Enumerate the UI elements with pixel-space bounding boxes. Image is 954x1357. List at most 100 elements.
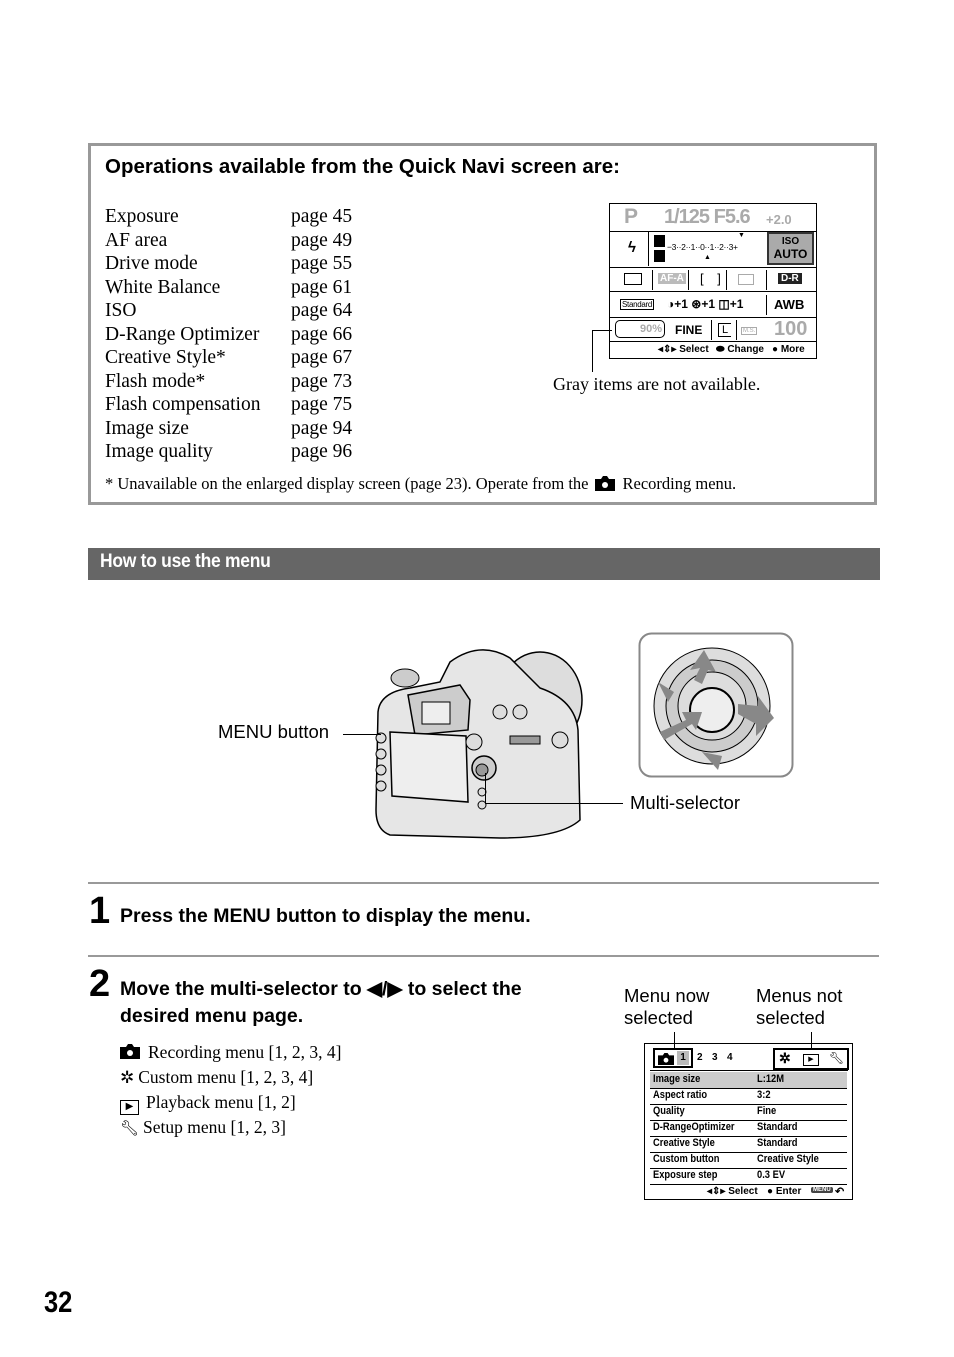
- tab-page-2[interactable]: 2: [697, 1052, 703, 1063]
- menus-not-selected-label: Menus not selected: [756, 985, 842, 1029]
- wrench-icon: 🔧︎: [120, 1121, 140, 1137]
- step-text-line: Move the multi-selector to ◀/▶ to select…: [120, 978, 522, 1000]
- menu-now-selected-label: Menu now selected: [624, 985, 709, 1029]
- operation-page: page 45: [291, 206, 353, 227]
- playback-icon[interactable]: ▶: [803, 1054, 819, 1066]
- operation-name: AF area: [105, 229, 168, 251]
- divider: [652, 270, 653, 290]
- menu-item-label: D-RangeOptimizer: [653, 1121, 735, 1133]
- label-line: selected: [756, 1007, 825, 1028]
- menu-row[interactable]: D-RangeOptimizer Standard: [650, 1120, 847, 1137]
- label-line: Menu now: [624, 985, 710, 1006]
- image-quality: FINE: [675, 323, 703, 337]
- exp-comp-icon: [654, 235, 665, 247]
- style-adjustments: ◑+1 ⊛+1 ◫+1: [667, 297, 744, 311]
- divider: [648, 232, 649, 266]
- flash-comp-icon: [654, 250, 665, 262]
- menu-row[interactable]: Creative Style Standard: [650, 1136, 847, 1153]
- footnote-text: * Unavailable on the enlarged display sc…: [105, 474, 589, 493]
- callout-line: [485, 803, 623, 804]
- menu-page-label: Setup menu [1, 2, 3]: [143, 1117, 286, 1137]
- tab-page-3[interactable]: 3: [712, 1052, 718, 1063]
- menu-row[interactable]: Aspect ratio 3:2: [650, 1088, 847, 1105]
- menu-item-value: 3:2: [757, 1089, 771, 1101]
- qn-mode: P: [624, 205, 639, 228]
- operation-page: page 96: [291, 441, 353, 462]
- exposure-scale: −3··2··1··0··1··2··3+: [667, 242, 738, 252]
- multi-selector-detail: [638, 632, 794, 778]
- menu-button-label: MENU button: [218, 721, 330, 742]
- menu-screen: 1 2 3 4 ✲ ▶ 🔧︎ Image size L:12M Aspect ra…: [644, 1043, 853, 1200]
- qn-shutter-aperture: 1/125 F5.6: [664, 206, 751, 228]
- menu-item-value: L:12M: [757, 1073, 785, 1085]
- menu-row-selected[interactable]: Image size L:12M: [650, 1072, 847, 1089]
- scale-marker-bottom: ▲: [704, 254, 711, 261]
- operation-page: page 49: [291, 229, 353, 251]
- step-divider: [88, 955, 879, 957]
- operation-name: Image size: [105, 417, 189, 439]
- menu-item-label: Image size: [653, 1073, 701, 1085]
- wrench-icon[interactable]: 🔧︎: [829, 1051, 844, 1065]
- metering-icon: [738, 274, 754, 285]
- qn-flash-row: ϟ −3··2··1··0··1··2··3+ ▼ ▲ ISO AUTO: [610, 232, 816, 268]
- gear-icon[interactable]: ✲: [779, 1050, 791, 1067]
- qn-style-row: Standard ◑+1 ⊛+1 ◫+1 AWB: [610, 292, 816, 318]
- enter-text: Enter: [775, 1186, 802, 1197]
- menu-row[interactable]: Exposure step 0.3 EV: [650, 1168, 847, 1185]
- tab-baseline: [650, 1070, 848, 1071]
- operation-page: page 73: [291, 370, 353, 392]
- menu-row[interactable]: Custom button Creative Style: [650, 1152, 847, 1169]
- menu-key-badge: MENU: [811, 1187, 833, 1193]
- operation-name: Image quality: [105, 441, 213, 462]
- metering-mode: M.S.: [741, 327, 758, 335]
- sharpness-value: +1: [729, 297, 744, 311]
- select-help: ◂⇕▸ Select: [658, 344, 709, 355]
- step-number: 2: [89, 963, 111, 1005]
- iso-value: AUTO: [773, 247, 808, 261]
- operation-page: page 66: [291, 323, 353, 345]
- step-text: Press the MENU button to display the men…: [120, 905, 531, 927]
- step-number: 1: [89, 890, 111, 932]
- drive-mode-icon: [624, 273, 642, 285]
- menu-pages-list: Recording menu [1, 2, 3, 4] ✲ Custom menu…: [120, 1040, 341, 1142]
- footnote-text-end: Recording menu.: [622, 474, 737, 493]
- menu-page-item: Recording menu [1, 2, 3, 4]: [120, 1040, 341, 1065]
- menu-item-value: Standard: [757, 1137, 798, 1149]
- more-help: ● More: [772, 344, 805, 355]
- scale-marker-top: ▼: [738, 232, 745, 239]
- menu-item-label: Quality: [653, 1105, 685, 1117]
- tab-page-4[interactable]: 4: [727, 1052, 733, 1063]
- operation-name: Drive mode: [105, 253, 198, 274]
- menu-help-bar: ◂⇕▸ Select ● Enter MENU ↶: [645, 1184, 852, 1199]
- camera-icon: [658, 1053, 674, 1065]
- menu-page-item: 🔧︎ Setup menu [1, 2, 3]: [120, 1115, 341, 1142]
- select-text: Select: [679, 344, 709, 355]
- flash-icon: ϟ: [628, 239, 636, 256]
- menu-item-value: 0.3 EV: [757, 1169, 786, 1181]
- iso-auto-box: ISO AUTO: [767, 232, 814, 265]
- quick-navi-screen: P 1/125 F5.6 +2.0 ϟ −3··2··1··0··1··2··3…: [609, 203, 817, 359]
- enter-help: ● Enter: [767, 1186, 802, 1197]
- selected-tab-frame[interactable]: 1: [653, 1048, 693, 1068]
- back-icon: ↶: [835, 1186, 845, 1198]
- menu-item-label: Custom button: [653, 1153, 720, 1165]
- divider: [766, 270, 767, 290]
- menu-item-value: Standard: [757, 1121, 798, 1133]
- divider: [766, 295, 767, 315]
- step-text: Move the multi-selector to ◀/▶ to select…: [120, 976, 522, 1030]
- operation-name: Exposure: [105, 206, 179, 227]
- qn-drive-row: AF-A [ ] D-R: [610, 268, 816, 292]
- step-divider: [88, 882, 879, 884]
- divider: [711, 320, 712, 340]
- tab-page-1[interactable]: 1: [677, 1051, 689, 1065]
- more-text: More: [780, 344, 805, 355]
- change-help: ⬬ Change: [716, 344, 764, 355]
- divider: [736, 320, 737, 340]
- operation-page: page 75: [291, 394, 353, 415]
- menu-page-label: Playback menu [1, 2]: [146, 1092, 296, 1112]
- af-area-icon: [ ]: [700, 271, 726, 286]
- callout-line: [592, 330, 593, 372]
- menu-row[interactable]: Quality Fine: [650, 1104, 847, 1121]
- page-number: 32: [44, 1286, 73, 1319]
- divider: [688, 270, 689, 290]
